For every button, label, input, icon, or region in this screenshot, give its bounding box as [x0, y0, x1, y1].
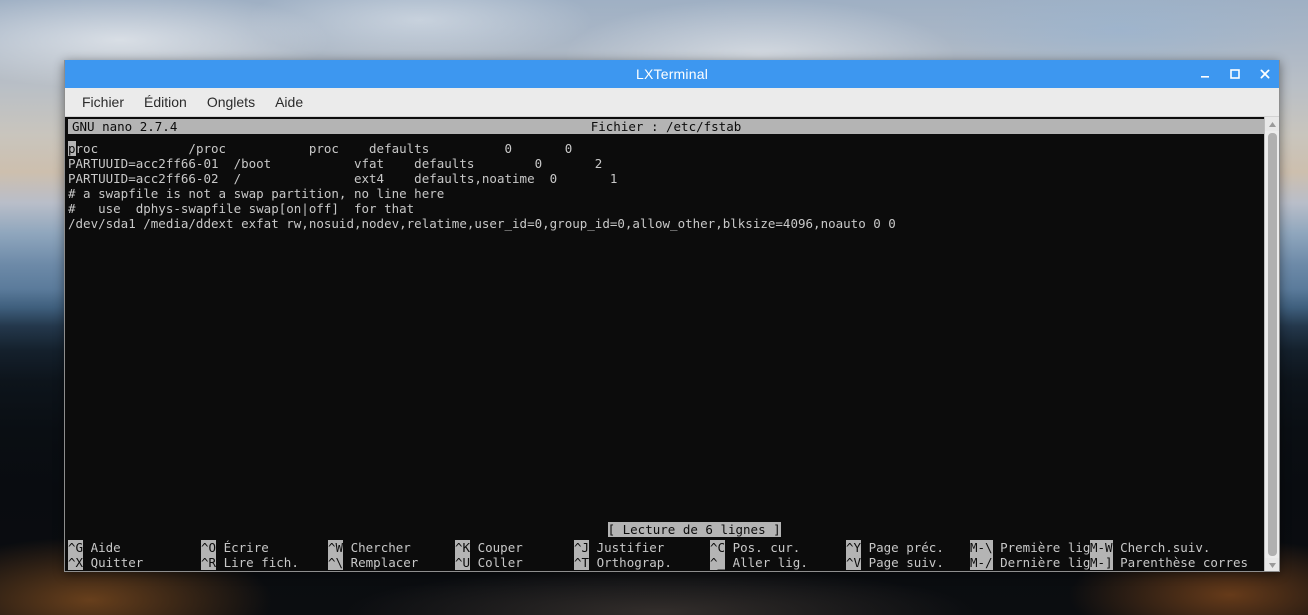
shortcut-cherch-suiv[interactable]: M-W Cherch.suiv.	[1090, 540, 1210, 555]
shortcut-derniere-lig[interactable]: M-/ Dernière lig	[970, 555, 1090, 570]
menu-item-edition[interactable]: Édition	[136, 91, 195, 113]
scrollbar-thumb[interactable]	[1268, 133, 1277, 556]
shortcut-lire-fich[interactable]: ^R Lire fich.	[201, 555, 328, 570]
text-line[interactable]: PARTUUID=acc2ff66-01 /boot vfat defaults…	[68, 156, 1264, 171]
nano-status-message-text: [ Lecture de 6 lignes ]	[607, 522, 781, 537]
shortcut-ecrire[interactable]: ^O Écrire	[201, 540, 328, 555]
nano-shortcut-bar[interactable]: ^G Aide ^O Écrire ^W Chercher ^K Couper …	[68, 540, 1264, 570]
scroll-down-arrow-icon[interactable]	[1265, 558, 1280, 572]
nano-text-buffer[interactable]: proc /proc proc defaults 0 0 PARTUUID=ac…	[68, 141, 1264, 231]
nano-editor[interactable]: GNU nano 2.7.4 Fichier : /etc/fstab proc…	[64, 117, 1264, 572]
shortcut-orthograp[interactable]: ^T Orthograp.	[574, 555, 710, 570]
shortcut-row-1[interactable]: ^G Aide ^O Écrire ^W Chercher ^K Couper …	[68, 540, 1264, 555]
scrollbar-track[interactable]	[1265, 131, 1280, 558]
shortcut-premiere-lig[interactable]: M-\ Première lig	[970, 540, 1090, 555]
nano-header-bar: GNU nano 2.7.4 Fichier : /etc/fstab	[68, 119, 1264, 134]
text-cursor: p	[68, 141, 76, 156]
menu-item-aide[interactable]: Aide	[267, 91, 311, 113]
shortcut-justifier[interactable]: ^J Justifier	[574, 540, 710, 555]
shortcut-aide[interactable]: ^G Aide	[68, 540, 201, 555]
shortcut-couper[interactable]: ^K Couper	[455, 540, 574, 555]
shortcut-page-prec[interactable]: ^Y Page préc.	[846, 540, 970, 555]
maximize-button[interactable]	[1228, 67, 1242, 81]
minimize-button[interactable]	[1198, 67, 1212, 81]
shortcut-pos-cur[interactable]: ^C Pos. cur.	[710, 540, 846, 555]
window-title: LXTerminal	[635, 66, 709, 82]
close-button[interactable]	[1258, 67, 1272, 81]
shortcut-quitter[interactable]: ^X Quitter	[68, 555, 201, 570]
shortcut-page-suiv[interactable]: ^V Page suiv.	[846, 555, 970, 570]
nano-file-label: Fichier : /etc/fstab	[590, 119, 742, 134]
text-line-content: roc /proc proc defaults 0 0	[75, 141, 573, 156]
menu-item-fichier[interactable]: Fichier	[74, 91, 132, 113]
window-titlebar[interactable]: LXTerminal	[64, 60, 1280, 88]
terminal-area[interactable]: GNU nano 2.7.4 Fichier : /etc/fstab proc…	[64, 117, 1280, 572]
scroll-up-arrow-icon[interactable]	[1265, 117, 1280, 131]
menubar[interactable]: Fichier Édition Onglets Aide	[64, 88, 1280, 117]
shortcut-coller[interactable]: ^U Coller	[455, 555, 574, 570]
menu-item-onglets[interactable]: Onglets	[199, 91, 263, 113]
shortcut-chercher[interactable]: ^W Chercher	[328, 540, 455, 555]
shortcut-row-2[interactable]: ^X Quitter ^R Lire fich. ^\ Remplacer ^U…	[68, 555, 1264, 570]
lxterminal-window[interactable]: LXTerminal Fichier Édition Onglets Aide …	[64, 60, 1280, 572]
text-line[interactable]: # use dphys-swapfile swap[on|off] for th…	[68, 201, 1264, 216]
text-line[interactable]: PARTUUID=acc2ff66-02 / ext4 defaults,noa…	[68, 171, 1264, 186]
shortcut-remplacer[interactable]: ^\ Remplacer	[328, 555, 455, 570]
terminal-scrollbar[interactable]	[1264, 117, 1280, 572]
shortcut-aller-lig[interactable]: ^_ Aller lig.	[710, 555, 846, 570]
text-line[interactable]: # a swapfile is not a swap partition, no…	[68, 186, 1264, 201]
text-line[interactable]: /dev/sda1 /media/ddext exfat rw,nosuid,n…	[68, 216, 1264, 231]
nano-status-message: [ Lecture de 6 lignes ]	[64, 507, 1264, 537]
window-controls[interactable]	[1198, 60, 1272, 88]
text-line[interactable]: proc /proc proc defaults 0 0	[68, 141, 1264, 156]
shortcut-parenthese-corres[interactable]: M-] Parenthèse corres	[1090, 555, 1248, 570]
